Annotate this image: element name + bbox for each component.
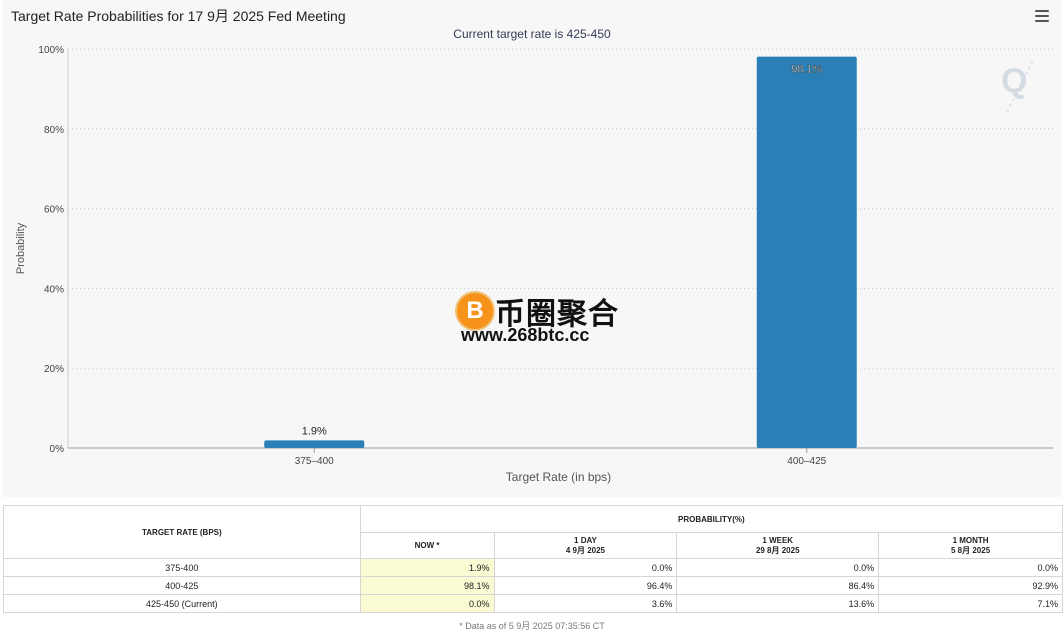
header-probability: PROBABILITY(%) bbox=[359, 505, 1064, 533]
data-label: 1.9% bbox=[302, 425, 327, 437]
row-1-week: 86.4% bbox=[676, 576, 880, 595]
row-1-day: 0.0% bbox=[493, 558, 678, 577]
row-rate: 400-425 bbox=[3, 576, 361, 595]
header-1-month: 1 MONTH 5 8月 2025 bbox=[878, 532, 1063, 559]
header-1-week-date: 29 8月 2025 bbox=[755, 545, 800, 555]
header-1-month-date: 5 8月 2025 bbox=[951, 545, 991, 555]
table-row: 400-425 98.1% 96.4% 86.4% 92.9% bbox=[3, 576, 1063, 595]
row-1-month: 92.9% bbox=[878, 576, 1063, 595]
x-tick-label: 375–400 bbox=[295, 456, 334, 467]
row-rate: 425-450 (Current) bbox=[3, 594, 361, 613]
chart-panel: Target Rate Probabilities for 17 9月 2025… bbox=[3, 0, 1061, 497]
data-label: 98.1% bbox=[791, 64, 822, 76]
y-tick-label: 40% bbox=[44, 284, 64, 295]
header-1-day-date: 4 9月 2025 bbox=[565, 545, 605, 555]
header-target-rate: TARGET RATE (BPS) bbox=[3, 505, 361, 559]
header-1-month-label: 1 MONTH bbox=[952, 535, 989, 545]
probability-table: TARGET RATE (BPS) PROBABILITY(%) NOW * 1… bbox=[3, 505, 1064, 613]
watermark-letter: Q bbox=[1001, 62, 1028, 100]
row-rate: 375-400 bbox=[3, 558, 361, 577]
row-now: 0.0% bbox=[359, 594, 495, 613]
data-timestamp-footnote: * Data as of 5 9月 2025 07:35:56 CT bbox=[459, 621, 605, 631]
row-now: 1.9% bbox=[359, 558, 495, 577]
x-axis-title: Target Rate (in bps) bbox=[506, 470, 611, 484]
row-now: 98.1% bbox=[359, 576, 495, 595]
header-1-day-label: 1 DAY bbox=[574, 535, 597, 545]
row-1-week: 13.6% bbox=[676, 594, 880, 613]
row-1-month: 0.0% bbox=[878, 558, 1063, 577]
y-tick-label: 80% bbox=[44, 125, 64, 136]
bar bbox=[264, 440, 365, 448]
table-row: 375-400 1.9% 0.0% 0.0% 0.0% bbox=[3, 558, 1063, 577]
header-now: NOW * bbox=[359, 532, 495, 559]
row-1-month: 7.1% bbox=[878, 594, 1063, 613]
header-1-week-label: 1 WEEK bbox=[762, 535, 794, 545]
y-tick-label: 20% bbox=[44, 364, 64, 375]
header-1-week: 1 WEEK 29 8月 2025 bbox=[676, 532, 880, 559]
y-tick-label: 100% bbox=[38, 45, 64, 56]
bar bbox=[756, 56, 857, 449]
row-1-day: 3.6% bbox=[493, 594, 678, 613]
site-watermark-logo: B 币圈聚合 www.268btc.cc bbox=[455, 289, 620, 347]
table-row: 425-450 (Current) 0.0% 3.6% 13.6% 7.1% bbox=[3, 594, 1063, 613]
header-1-day: 1 DAY 4 9月 2025 bbox=[493, 532, 678, 559]
row-1-week: 0.0% bbox=[676, 558, 880, 577]
logo-url: www.268btc.cc bbox=[461, 325, 590, 345]
y-tick-label: 0% bbox=[50, 444, 65, 455]
row-1-day: 96.4% bbox=[493, 576, 678, 595]
y-axis-title: Probability bbox=[15, 222, 27, 274]
x-tick-label: 400–425 bbox=[787, 456, 826, 467]
bar-chart: 0% 20% 40% 60% 80% 100% 375–400 1.9% 400–425 98.1… bbox=[15, 45, 1053, 484]
y-tick-label: 60% bbox=[44, 205, 64, 216]
